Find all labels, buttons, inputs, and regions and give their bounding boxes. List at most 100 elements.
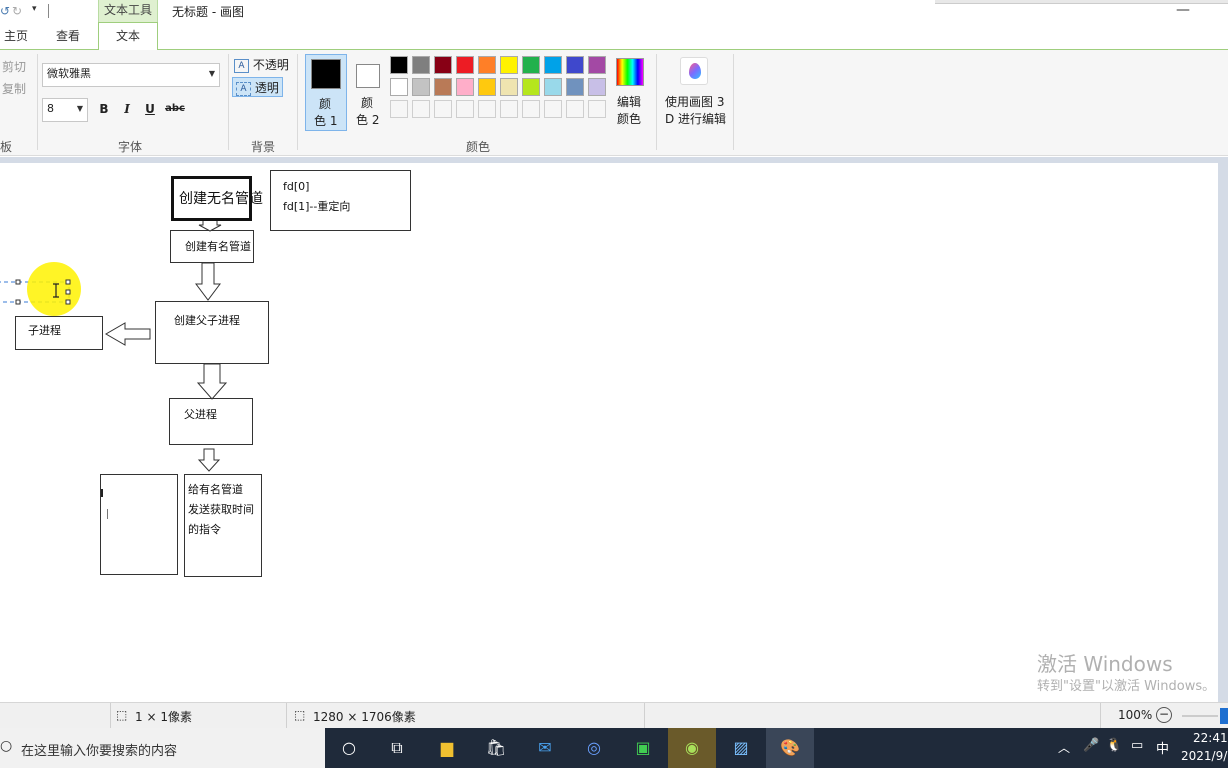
undo-icon[interactable]: ↺ bbox=[0, 4, 10, 18]
arrow-down-4 bbox=[197, 448, 221, 472]
zoom-slider-track[interactable] bbox=[1182, 715, 1218, 717]
font-family-select[interactable]: 微软雅黑 ▼ bbox=[42, 63, 220, 87]
palette-swatch[interactable] bbox=[412, 78, 430, 96]
palette-swatch[interactable] bbox=[522, 56, 540, 74]
canvas-size: 1280 × 1706像素 bbox=[313, 710, 416, 724]
selection-handle bbox=[15, 279, 21, 285]
palette-swatch[interactable] bbox=[434, 56, 452, 74]
palette-swatch[interactable] bbox=[390, 78, 408, 96]
opaque-option[interactable]: A 不透明 bbox=[234, 56, 289, 74]
zoom-out-icon[interactable]: − bbox=[1156, 707, 1172, 723]
group-separator bbox=[228, 54, 229, 150]
palette-custom-slot[interactable] bbox=[456, 100, 474, 118]
palette-swatch[interactable] bbox=[390, 56, 408, 74]
copy-button[interactable]: 复制 bbox=[2, 80, 26, 97]
font-group-label: 字体 bbox=[118, 140, 143, 154]
qt-creator-icon[interactable]: ▣ bbox=[619, 728, 667, 768]
chevron-up-icon[interactable]: ︿ bbox=[1058, 739, 1070, 756]
palette-custom-slot[interactable] bbox=[566, 100, 584, 118]
zoom-slider-thumb[interactable] bbox=[1220, 708, 1228, 724]
palette-swatch[interactable] bbox=[434, 78, 452, 96]
palette-swatch[interactable] bbox=[588, 56, 606, 74]
minimize-button[interactable]: — bbox=[1176, 2, 1190, 18]
paint3d-label-2[interactable]: D 进行编辑 bbox=[665, 110, 726, 127]
underline-button[interactable]: U bbox=[141, 100, 159, 118]
file-explorer-icon[interactable]: ▆ bbox=[423, 728, 471, 768]
tab-home[interactable]: 主页 bbox=[0, 26, 32, 50]
font-size-value: 8 bbox=[47, 102, 54, 115]
palette-swatch[interactable] bbox=[500, 56, 518, 74]
palette-swatch[interactable] bbox=[412, 56, 430, 74]
activation-watermark-hint: 转到"设置"以激活 Windows。 bbox=[1037, 679, 1216, 694]
paint3d-icon[interactable] bbox=[680, 57, 708, 85]
qq-icon[interactable]: 🐧 bbox=[1106, 738, 1122, 753]
bold-button[interactable]: B bbox=[95, 100, 113, 118]
selection-size: 1 × 1像素 bbox=[135, 710, 192, 724]
window-title: 无标题 - 画图 bbox=[172, 5, 244, 19]
color1-swatch bbox=[311, 59, 341, 89]
selection-handle bbox=[65, 279, 71, 285]
group-separator bbox=[733, 54, 734, 150]
clock-date[interactable]: 2021/9/ bbox=[1181, 749, 1227, 763]
italic-button[interactable]: I bbox=[118, 100, 136, 118]
network-icon[interactable]: ▭ bbox=[1131, 738, 1143, 753]
edit-colors-label-2[interactable]: 颜色 bbox=[617, 110, 641, 127]
stray-mark bbox=[101, 489, 103, 497]
palette-custom-slot[interactable] bbox=[390, 100, 408, 118]
palette-swatch[interactable] bbox=[478, 56, 496, 74]
drawing-canvas[interactable]: 创建无名管道 fd[0] fd[1]--重定向 创建有名管道 创建父子进程 子进… bbox=[0, 163, 1218, 702]
palette-custom-slot[interactable] bbox=[500, 100, 518, 118]
palette-custom-slot[interactable] bbox=[434, 100, 452, 118]
color1-button[interactable]: 颜 色 1 bbox=[305, 54, 347, 131]
palette-custom-slot[interactable] bbox=[544, 100, 562, 118]
arrow-down-2 bbox=[195, 262, 221, 301]
cut-button[interactable]: 剪切 bbox=[2, 58, 26, 75]
code-editor-icon[interactable]: ◉ bbox=[668, 728, 716, 768]
font-size-select[interactable]: 8 ▼ bbox=[42, 98, 88, 122]
tab-text[interactable]: 文本 bbox=[98, 22, 158, 51]
clipboard-group-label: 板 bbox=[0, 140, 13, 154]
edit-colors-label[interactable]: 编辑 bbox=[617, 93, 641, 110]
palette-swatch[interactable] bbox=[456, 78, 474, 96]
palette-custom-slot[interactable] bbox=[588, 100, 606, 118]
photos-icon[interactable]: ▨ bbox=[717, 728, 765, 768]
palette-swatch[interactable] bbox=[544, 56, 562, 74]
strikethrough-button[interactable]: abc bbox=[164, 100, 186, 118]
background-group-label: 背景 bbox=[251, 140, 276, 154]
palette-swatch[interactable] bbox=[588, 78, 606, 96]
redo-icon[interactable]: ↻ bbox=[12, 4, 22, 18]
microphone-icon[interactable]: 🎤 bbox=[1083, 738, 1099, 753]
palette-custom-slot[interactable] bbox=[478, 100, 496, 118]
transparent-icon: A bbox=[236, 81, 251, 96]
palette-swatch[interactable] bbox=[478, 78, 496, 96]
color2-button[interactable]: 颜 色 2 bbox=[352, 54, 386, 131]
edit-colors-icon[interactable] bbox=[616, 58, 644, 86]
palette-swatch[interactable] bbox=[500, 78, 518, 96]
palette-swatch[interactable] bbox=[456, 56, 474, 74]
store-icon[interactable]: 🛍 bbox=[472, 728, 520, 768]
cursor-highlight bbox=[27, 262, 81, 316]
quick-access-dropdown-icon[interactable]: ▾ bbox=[32, 4, 37, 14]
clock-time[interactable]: 22:41 bbox=[1193, 731, 1228, 745]
palette-custom-slot[interactable] bbox=[522, 100, 540, 118]
task-view-icon[interactable]: ○ bbox=[325, 728, 373, 768]
selection-size-icon: ⬚ bbox=[116, 708, 128, 722]
palette-swatch[interactable] bbox=[566, 78, 584, 96]
taskbar-search-box[interactable]: ○ 在这里输入你要搜索的内容 bbox=[0, 728, 325, 768]
tab-view[interactable]: 查看 bbox=[50, 26, 86, 50]
palette-swatch[interactable] bbox=[566, 56, 584, 74]
workspace: 创建无名管道 fd[0] fd[1]--重定向 创建有名管道 创建父子进程 子进… bbox=[0, 157, 1228, 702]
paint-icon[interactable]: 🎨 bbox=[766, 728, 814, 768]
arrow-down-3 bbox=[196, 363, 228, 400]
transparent-option[interactable]: A 透明 bbox=[232, 77, 283, 97]
browser-icon[interactable]: ◎ bbox=[570, 728, 618, 768]
task-view-timeline-icon[interactable]: ⧉ bbox=[373, 728, 421, 768]
ime-indicator[interactable]: 中 bbox=[1156, 738, 1169, 757]
font-family-value: 微软雅黑 bbox=[47, 67, 91, 80]
paint3d-label[interactable]: 使用画图 3 bbox=[665, 93, 724, 110]
palette-custom-slot[interactable] bbox=[412, 100, 430, 118]
palette-swatch[interactable] bbox=[522, 78, 540, 96]
palette-swatch[interactable] bbox=[544, 78, 562, 96]
mail-icon[interactable]: ✉ bbox=[521, 728, 569, 768]
arrow-left-child bbox=[105, 322, 151, 346]
